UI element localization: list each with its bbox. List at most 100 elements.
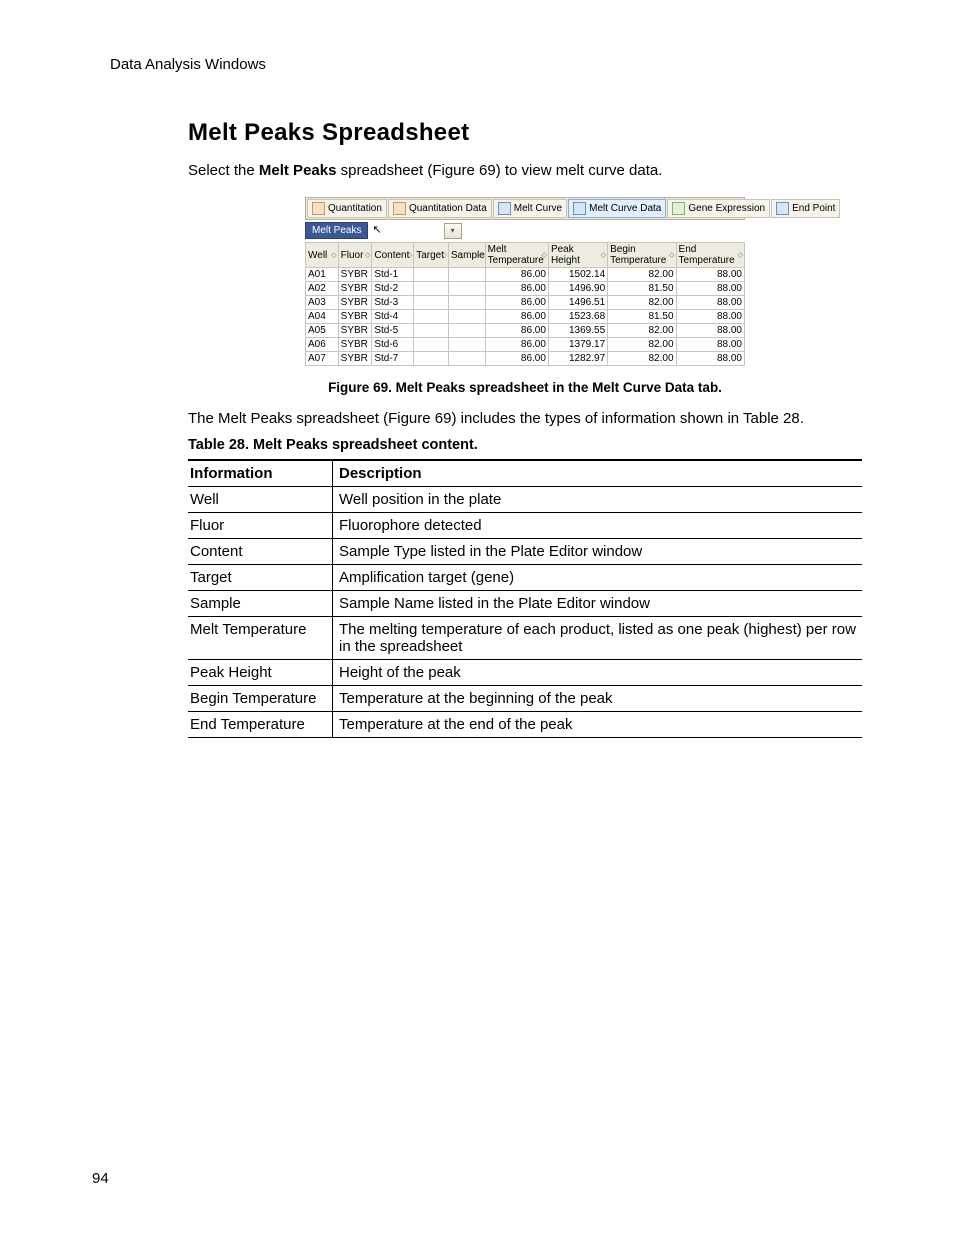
table-28: Information Description WellWell positio… [188,459,862,738]
cell: 82.00 [608,296,676,310]
sort-icon[interactable]: ◇ [365,251,370,259]
table-row: SampleSample Name listed in the Plate Ed… [188,591,862,617]
column-header[interactable]: Target◇ [414,243,449,268]
table-row[interactable]: A01SYBRStd-186.001502.1482.0088.00 [306,268,745,282]
column-header[interactable]: PeakHeight◇ [548,243,607,268]
cell: A04 [306,310,339,324]
info-cell: Content [188,539,333,565]
cell: SYBR [338,296,372,310]
cell: 1369.55 [548,324,607,338]
sort-icon[interactable]: ◇ [669,251,674,259]
table-row[interactable]: A03SYBRStd-386.001496.5182.0088.00 [306,296,745,310]
table-row[interactable]: A06SYBRStd-686.001379.1782.0088.00 [306,338,745,352]
column-header[interactable]: Well◇ [306,243,339,268]
tab-gene-expression[interactable]: Gene Expression [667,199,770,218]
cell: 86.00 [485,268,548,282]
cell: A01 [306,268,339,282]
cell: SYBR [338,282,372,296]
cell [414,268,449,282]
tab-end-point[interactable]: End Point [771,199,840,218]
sort-icon[interactable]: ◇ [738,251,743,259]
column-header[interactable]: Fluor◇ [338,243,372,268]
tab-label: Quantitation [328,203,382,214]
cell: 1379.17 [548,338,607,352]
cell: SYBR [338,352,372,366]
cell: A03 [306,296,339,310]
cell: 88.00 [676,296,744,310]
cell: SYBR [338,324,372,338]
sort-icon[interactable]: ◇ [542,251,547,259]
table-row[interactable]: A05SYBRStd-586.001369.5582.0088.00 [306,324,745,338]
sort-icon[interactable]: ◇ [442,251,447,259]
tab-label: Melt Curve [514,203,562,214]
info-cell: Begin Temperature [188,686,333,712]
cell [448,352,485,366]
cursor-icon: ↖ [372,225,381,236]
cell [414,324,449,338]
sort-icon[interactable]: ◇ [478,251,483,259]
cell: 86.00 [485,338,548,352]
tab-quantitation-data[interactable]: Quantitation Data [388,199,492,218]
section-heading: Melt Peaks Spreadsheet [188,119,862,147]
cell: Std-6 [372,338,414,352]
chevron-down-icon[interactable]: ▾ [444,223,462,239]
tab-label: Melt Curve Data [589,203,661,214]
sort-icon[interactable]: ◇ [331,251,336,259]
cell [448,338,485,352]
intro-text-suffix: spreadsheet (Figure 69) to view melt cur… [336,162,662,179]
cell: 86.00 [485,296,548,310]
cell [414,338,449,352]
sub-tab-melt-peaks[interactable]: Melt Peaks [305,222,368,239]
info-cell: Fluor [188,513,333,539]
tab-label: Gene Expression [688,203,765,214]
tab-icon [393,202,406,215]
table-28-head-info: Information [188,460,333,487]
tab-icon [672,202,685,215]
cell: SYBR [338,310,372,324]
desc-cell: Sample Name listed in the Plate Editor w… [333,591,863,617]
cell: 82.00 [608,338,676,352]
cell: 1282.97 [548,352,607,366]
cell [448,310,485,324]
cell: 86.00 [485,324,548,338]
desc-cell: Temperature at the end of the peak [333,712,863,738]
column-header[interactable]: BeginTemperature◇ [608,243,676,268]
cell [448,324,485,338]
cell: SYBR [338,338,372,352]
sort-icon[interactable]: ◇ [601,251,606,259]
table-28-caption: Table 28. Melt Peaks spreadsheet content… [188,437,862,453]
column-header[interactable]: Content◇ [372,243,414,268]
running-head: Data Analysis Windows [110,56,862,73]
table-row: Melt TemperatureThe melting temperature … [188,617,862,660]
column-header[interactable]: MeltTemperature◇ [485,243,548,268]
cell: 88.00 [676,268,744,282]
table-row: Begin TemperatureTemperature at the begi… [188,686,862,712]
info-cell: Sample [188,591,333,617]
table-row: WellWell position in the plate [188,487,862,513]
after-figure-paragraph: The Melt Peaks spreadsheet (Figure 69) i… [188,410,862,427]
cell [414,310,449,324]
cell: 1496.90 [548,282,607,296]
tab-icon [776,202,789,215]
tab-melt-curve-data[interactable]: Melt Curve Data [568,199,666,218]
desc-cell: Height of the peak [333,660,863,686]
column-header[interactable]: Sample◇ [448,243,485,268]
tab-quantitation[interactable]: Quantitation [307,199,387,218]
desc-cell: The melting temperature of each product,… [333,617,863,660]
cell: 86.00 [485,310,548,324]
cell: A07 [306,352,339,366]
page-number: 94 [92,1170,109,1187]
intro-text-bold: Melt Peaks [259,162,337,179]
desc-cell: Fluorophore detected [333,513,863,539]
desc-cell: Amplification target (gene) [333,565,863,591]
tab-melt-curve[interactable]: Melt Curve [493,199,567,218]
sort-icon[interactable]: ◇ [407,251,412,259]
cell: Std-4 [372,310,414,324]
table-row[interactable]: A02SYBRStd-286.001496.9081.5088.00 [306,282,745,296]
info-cell: Well [188,487,333,513]
cell: 81.50 [608,310,676,324]
cell: 88.00 [676,310,744,324]
table-row[interactable]: A04SYBRStd-486.001523.6881.5088.00 [306,310,745,324]
column-header[interactable]: EndTemperature◇ [676,243,744,268]
table-row[interactable]: A07SYBRStd-786.001282.9782.0088.00 [306,352,745,366]
